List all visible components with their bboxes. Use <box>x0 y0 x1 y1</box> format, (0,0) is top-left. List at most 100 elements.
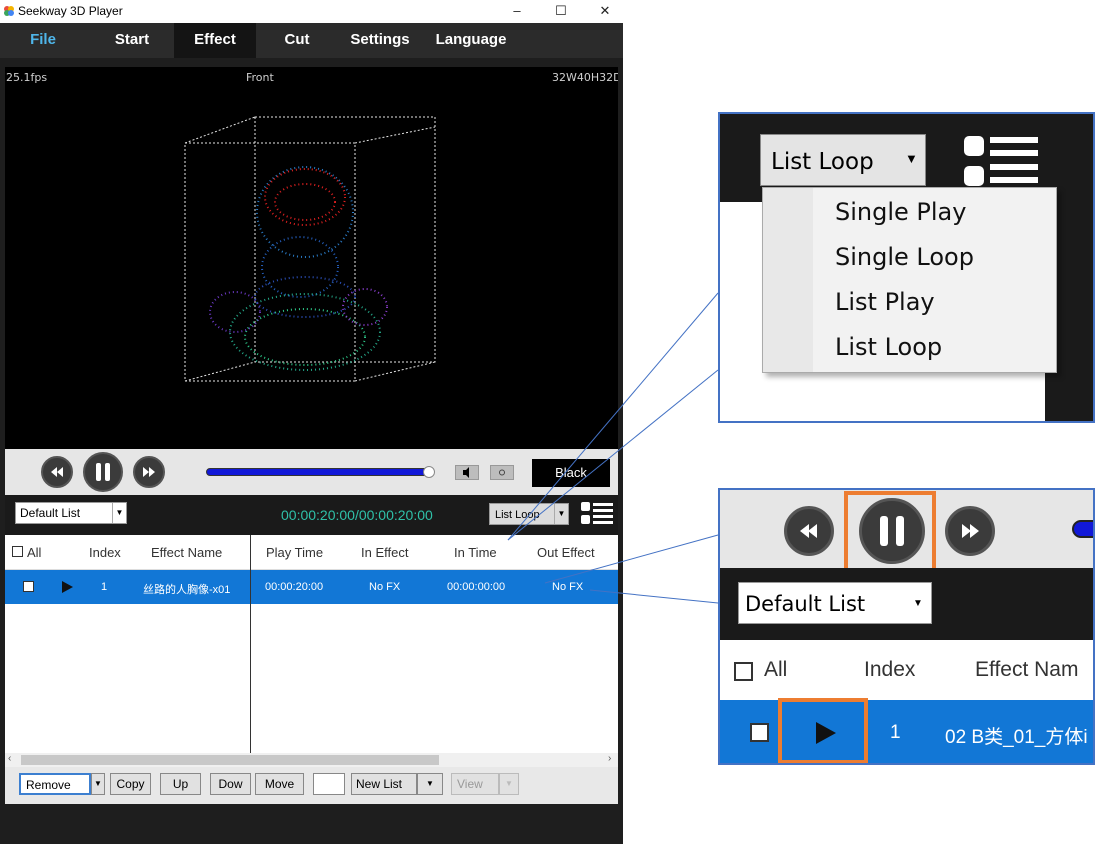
window-title: Seekway 3D Player <box>18 4 123 18</box>
zoomed-progress-bar[interactable] <box>1072 520 1093 538</box>
zoomed-row-name: 02 B类_01_方体i <box>945 727 1088 748</box>
row-effect-name: 丝路的人胸像-x01 <box>143 584 231 596</box>
zoomed-loop-label: List Loop <box>771 149 874 175</box>
chevron-down-icon[interactable]: ▼ <box>91 773 105 795</box>
effect-table: All Index Effect Name Play Time In Effec… <box>5 535 618 767</box>
chevron-down-icon: ▼ <box>913 598 923 609</box>
brightness-icon <box>499 469 505 476</box>
move-target-input[interactable] <box>313 773 345 795</box>
volume-button[interactable] <box>455 465 479 480</box>
brightness-button[interactable] <box>490 465 514 480</box>
zoomed-loop-select[interactable]: List Loop ▼ <box>760 134 926 186</box>
chevron-down-icon[interactable]: ▼ <box>417 773 443 795</box>
zoomed-rewind-button[interactable] <box>784 506 834 556</box>
option-list-loop[interactable]: List Loop <box>835 333 942 361</box>
black-button[interactable]: Black <box>532 459 610 487</box>
playlist-toolbar: Default List ▼ 00:00:20:00/00:00:20:00 L… <box>5 495 618 535</box>
menu-gutter <box>763 188 813 372</box>
close-button[interactable]: ✕ <box>590 2 620 20</box>
fast-forward-icon <box>962 524 979 538</box>
point-cloud-bust <box>184 116 436 382</box>
progress-bar[interactable] <box>206 466 435 478</box>
3d-viewport[interactable]: 25.1fps Front 32W40H32D <box>5 67 618 449</box>
row-index: 1 <box>101 581 108 593</box>
down-button[interactable]: Dow <box>210 773 251 795</box>
loop-mode-label: List Loop <box>495 509 540 521</box>
list-view-icon[interactable] <box>581 502 613 526</box>
new-list-button[interactable]: New List <box>351 773 417 795</box>
menu-settings[interactable]: Settings <box>340 23 420 58</box>
zoomed-playlist-name: Default List <box>745 592 866 616</box>
row-play-time: 00:00:20:00 <box>265 581 324 593</box>
menu-cut[interactable]: Cut <box>258 23 336 58</box>
zoomed-table-header: All Index Effect Nam <box>720 640 1093 700</box>
play-icon[interactable] <box>60 580 74 594</box>
chevron-down-icon[interactable]: ▼ <box>499 773 519 795</box>
rewind-icon <box>51 467 63 477</box>
minimize-button[interactable]: – <box>502 2 532 20</box>
row-checkbox[interactable] <box>23 581 34 592</box>
select-all-checkbox[interactable] <box>12 546 23 557</box>
table-header: All Index Effect Name Play Time In Effec… <box>5 535 618 570</box>
option-single-play[interactable]: Single Play <box>835 198 966 226</box>
col-effect-name: Effect Name <box>151 545 223 560</box>
zoomed-col-all: All <box>764 658 788 681</box>
menu-language[interactable]: Language <box>428 23 514 58</box>
chevron-down-icon: ▼ <box>905 151 918 166</box>
title-bar: Seekway 3D Player – ☐ ✕ <box>0 0 623 23</box>
move-button[interactable]: Move <box>255 773 304 795</box>
option-single-loop[interactable]: Single Loop <box>835 243 974 271</box>
option-list-play[interactable]: List Play <box>835 288 935 316</box>
remove-select[interactable]: Remove <box>19 773 91 795</box>
rewind-button[interactable] <box>41 456 73 488</box>
up-button[interactable]: Up <box>160 773 201 795</box>
scroll-left-icon[interactable]: ‹ <box>8 753 11 764</box>
menu-effect[interactable]: Effect <box>174 23 256 58</box>
horizontal-scrollbar[interactable]: ‹ › <box>5 753 618 767</box>
zoomed-list-view-icon[interactable] <box>964 136 1038 190</box>
row-in-time: 00:00:00:00 <box>447 581 506 593</box>
loop-mode-callout: List Loop ▼ Single Play Single Loop List… <box>718 112 1095 423</box>
loop-mode-menu: Single Play Single Loop List Play List L… <box>762 187 1057 373</box>
row-in-effect: No FX <box>369 581 401 593</box>
col-all: All <box>27 545 42 560</box>
pause-highlight-box <box>844 491 936 573</box>
rewind-icon <box>800 524 817 538</box>
scroll-right-icon[interactable]: › <box>608 753 611 764</box>
zoomed-forward-button[interactable] <box>945 506 995 556</box>
zoomed-row-checkbox[interactable] <box>750 723 769 742</box>
column-divider <box>250 535 251 753</box>
play-highlight-box <box>778 698 868 763</box>
zoomed-col-index: Index <box>864 658 916 681</box>
pause-button[interactable] <box>83 452 123 492</box>
view-button[interactable]: View <box>451 773 499 795</box>
col-in-time: In Time <box>454 545 497 560</box>
playlist-select[interactable]: Default List ▼ <box>15 502 127 524</box>
zoomed-playlist-select[interactable]: Default List ▼ <box>738 582 932 624</box>
zoomed-row-index: 1 <box>890 722 901 743</box>
zoomed-select-all-checkbox[interactable] <box>734 662 753 681</box>
time-readout: 00:00:20:00/00:00:20:00 <box>281 507 433 523</box>
zoomed-table-row[interactable]: 1 02 B类_01_方体i <box>720 700 1093 763</box>
chevron-down-icon: ▼ <box>112 503 126 523</box>
playback-controls: Black <box>5 449 618 495</box>
table-row[interactable]: 1 丝路的人胸像-x01 00:00:20:00 No FX 00:00:00:… <box>5 570 618 604</box>
fast-forward-button[interactable] <box>133 456 165 488</box>
menu-bar: File Start Effect Cut Settings Language <box>0 23 623 58</box>
maximize-button[interactable]: ☐ <box>546 2 576 20</box>
row-out-effect: No FX <box>552 581 584 593</box>
scrollbar-thumb[interactable] <box>21 755 439 765</box>
menu-start[interactable]: Start <box>90 23 174 58</box>
player-window: Seekway 3D Player – ☐ ✕ File Start Effec… <box>0 0 623 844</box>
playback-callout: Default List ▼ All Index Effect Nam 1 02… <box>718 488 1095 765</box>
list-actions-bar: Remove ▼ Copy Up Dow Move New List ▼ Vie… <box>5 767 618 804</box>
pause-icon <box>96 463 110 481</box>
menu-file[interactable]: File <box>0 23 86 58</box>
loop-mode-select[interactable]: List Loop ▼ <box>489 503 569 525</box>
zoomed-col-effect-name: Effect Nam <box>975 658 1079 681</box>
col-in-effect: In Effect <box>361 545 409 560</box>
copy-button[interactable]: Copy <box>110 773 151 795</box>
speaker-icon <box>463 467 469 478</box>
progress-handle[interactable] <box>423 466 435 478</box>
fast-forward-icon <box>143 467 155 477</box>
